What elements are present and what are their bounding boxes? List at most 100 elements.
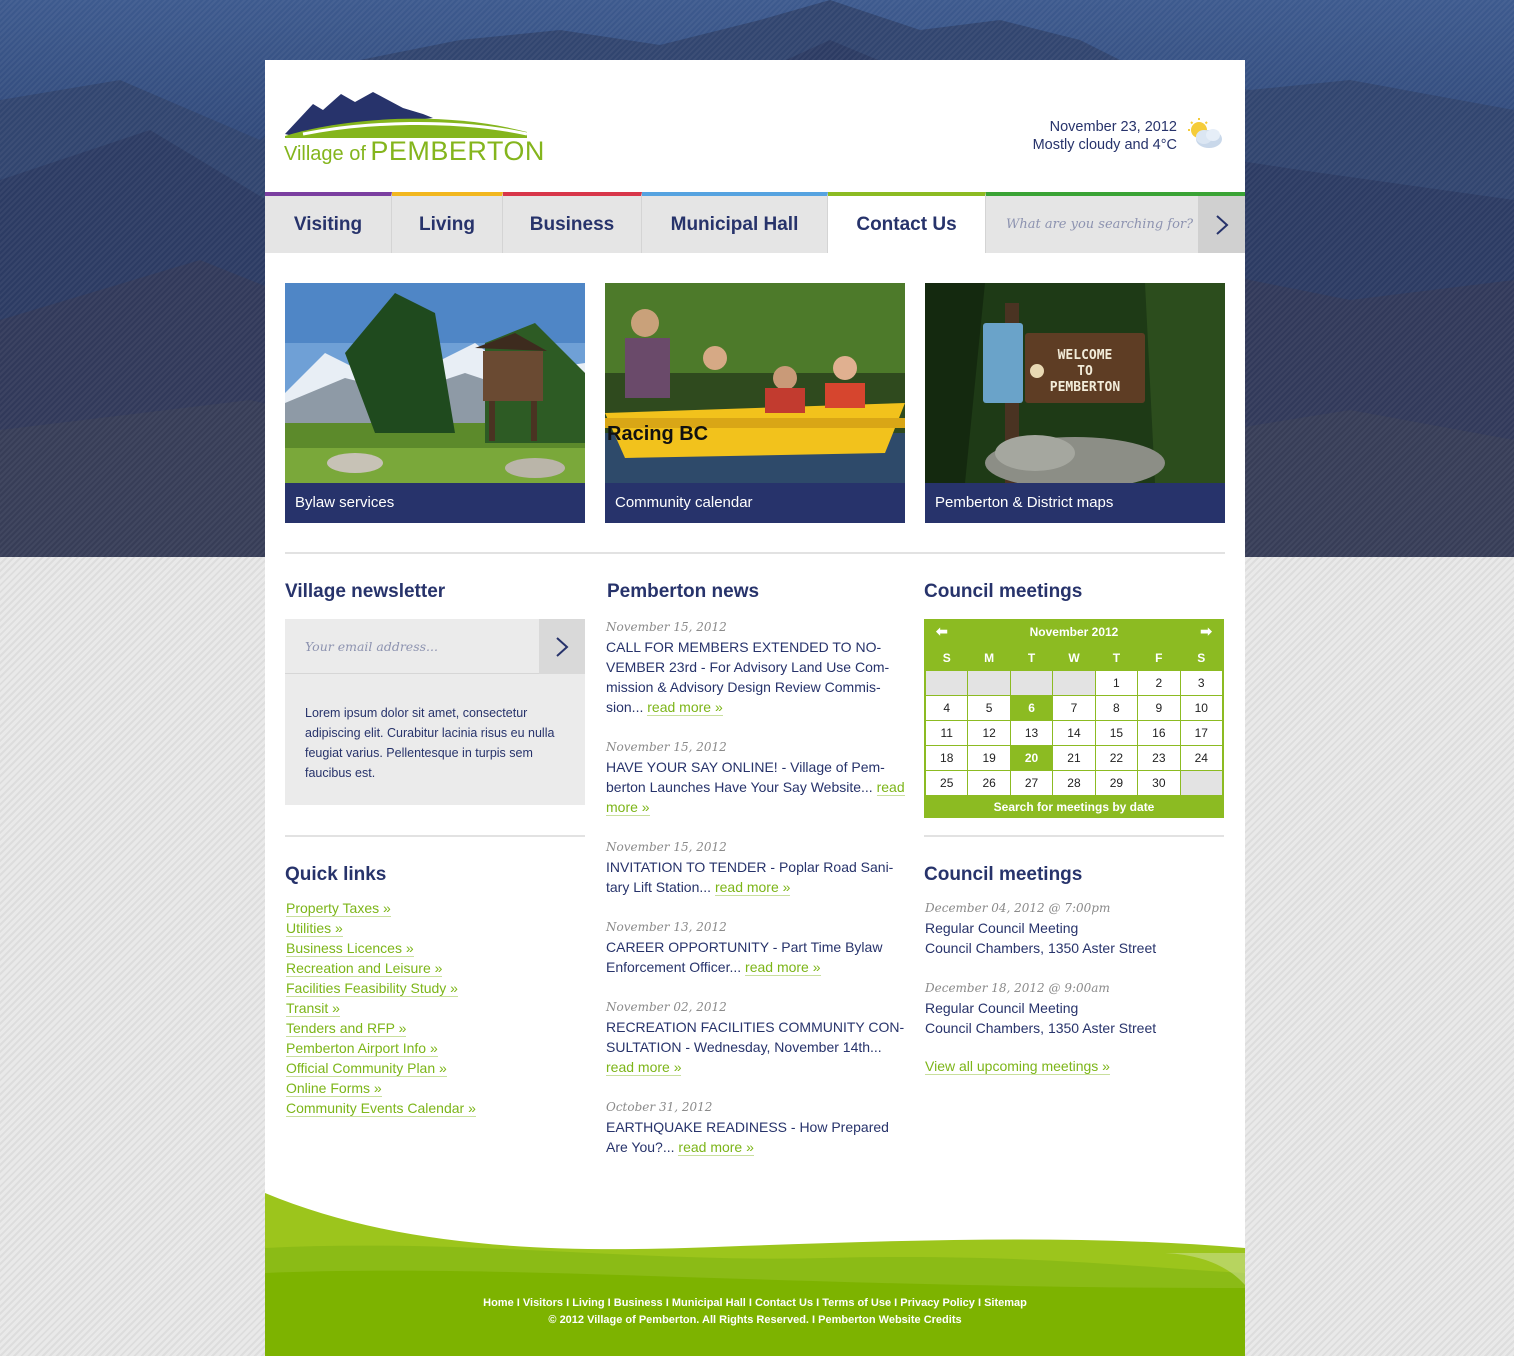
read-more-link[interactable]: read more » [606, 1059, 682, 1076]
quick-link[interactable]: Facilities Feasibility Study » [286, 980, 458, 997]
view-all-meetings-link[interactable]: View all upcoming meetings » [925, 1058, 1110, 1075]
calendar-day-24[interactable]: 24 [1179, 745, 1224, 771]
meeting-name[interactable]: Regular Council Meeting [925, 918, 1225, 938]
welcome-sign-line-1: WELCOME [1058, 348, 1113, 363]
calendar-title: Council meetings [924, 581, 1083, 602]
logo-big-text: PEMBERTON [370, 136, 545, 166]
quick-link[interactable]: Recreation and Leisure » [286, 960, 443, 977]
quick-link[interactable]: Official Community Plan » [286, 1060, 447, 1077]
calendar-empty-cell [1009, 670, 1054, 696]
news-headline[interactable]: RECREATION FACILITIES COMMUNITY CON-SULT… [606, 1019, 904, 1055]
news-headline[interactable]: HAVE YOUR SAY ONLINE! - Village of Pem-b… [606, 759, 885, 795]
logo-small-text: Village of [284, 143, 366, 165]
read-more-link[interactable]: read more » [714, 879, 791, 896]
calendar-day-23[interactable]: 23 [1137, 745, 1181, 771]
footer-link[interactable]: Contact Us [755, 1297, 813, 1309]
footer-link[interactable]: Living [572, 1297, 604, 1309]
calendar-day-11[interactable]: 11 [924, 720, 969, 746]
footer-link[interactable]: Municipal Hall [672, 1297, 746, 1309]
calendar-day-10[interactable]: 10 [1179, 695, 1224, 721]
calendar-day-19[interactable]: 19 [967, 745, 1011, 771]
search-submit-button[interactable] [1198, 196, 1245, 253]
list-item: Recreation and Leisure » [286, 958, 476, 978]
calendar-day-5[interactable]: 5 [967, 695, 1011, 721]
calendar-day-14[interactable]: 14 [1052, 720, 1096, 746]
calendar-day-26[interactable]: 26 [967, 770, 1011, 796]
arrow-left-icon[interactable]: ⬅ [936, 623, 948, 640]
nav-municipal-hall-label: Municipal Hall [670, 213, 799, 235]
footer-link[interactable]: Privacy Policy [900, 1297, 975, 1309]
calendar-day-1[interactable]: 1 [1094, 670, 1139, 696]
footer-link[interactable]: Terms of Use [822, 1297, 891, 1309]
footer-copyright: © 2012 Village of Pemberton. All Rights … [548, 1314, 962, 1326]
calendar-day-28[interactable]: 28 [1052, 770, 1096, 796]
calendar-day-13[interactable]: 13 [1009, 720, 1054, 746]
calendar-day-20[interactable]: 20 [1009, 745, 1054, 771]
quick-link[interactable]: Community Events Calendar » [286, 1100, 476, 1117]
footer-link[interactable]: Business [614, 1297, 663, 1309]
calendar-day-12[interactable]: 12 [967, 720, 1011, 746]
footer-link[interactable]: Visitors [523, 1297, 563, 1309]
search-box [986, 192, 1245, 253]
tile-caption: Bylaw services [285, 483, 585, 523]
calendar-day-22[interactable]: 22 [1094, 745, 1139, 771]
calendar-day-29[interactable]: 29 [1094, 770, 1139, 796]
arrow-right-icon[interactable]: ➡ [1200, 623, 1212, 640]
calendar-day-25[interactable]: 25 [924, 770, 969, 796]
calendar-grid: SMTWTFS 1 2 3 4 5 6 7 8 9 10 11 12 13 14 15 16 17 18 19 20 2… [924, 644, 1224, 796]
nav-contact-us[interactable]: Contact Us [828, 192, 986, 253]
footer-link[interactable]: Home [483, 1297, 514, 1309]
chevron-right-icon [556, 636, 569, 657]
news-body: CAREER OPPORTUNITY - Part Time Bylaw Enf… [606, 937, 906, 977]
calendar-empty-cell [1179, 770, 1224, 796]
calendar-day-8[interactable]: 8 [1094, 695, 1139, 721]
quick-link[interactable]: Online Forms » [286, 1080, 382, 1097]
news-body: HAVE YOUR SAY ONLINE! - Village of Pem-b… [606, 757, 906, 817]
quick-link[interactable]: Utilities » [286, 920, 343, 937]
calendar-day-18[interactable]: 18 [924, 745, 969, 771]
footer-link[interactable]: Sitemap [984, 1297, 1027, 1309]
calendar-day-15[interactable]: 15 [1094, 720, 1139, 746]
newsletter-description: Lorem ipsum dolor sit amet, consectetur … [305, 706, 555, 780]
meeting-name[interactable]: Regular Council Meeting [925, 998, 1225, 1018]
calendar-day-27[interactable]: 27 [1009, 770, 1054, 796]
calendar-empty-cell [967, 670, 1011, 696]
nav-municipal-hall[interactable]: Municipal Hall [642, 192, 828, 253]
tile-bylaw-services[interactable]: Bylaw services [285, 283, 585, 523]
calendar-day-4[interactable]: 4 [924, 695, 969, 721]
quick-link[interactable]: Tenders and RFP » [286, 1020, 407, 1037]
news-body: INVITATION TO TENDER - Poplar Road Sani-… [606, 857, 906, 897]
nav-visiting[interactable]: Visiting [265, 192, 392, 253]
nav-living[interactable]: Living [392, 192, 503, 253]
calendar-day-3[interactable]: 3 [1179, 670, 1224, 696]
read-more-link[interactable]: read more » [647, 699, 723, 716]
quick-link[interactable]: Business Licences » [286, 940, 414, 957]
quick-link[interactable]: Property Taxes » [286, 900, 391, 917]
calendar-day-7[interactable]: 7 [1052, 695, 1096, 721]
quick-link[interactable]: Transit » [286, 1000, 340, 1017]
calendar-day-9[interactable]: 9 [1137, 695, 1181, 721]
calendar-day-16[interactable]: 16 [1137, 720, 1181, 746]
quick-link[interactable]: Pemberton Airport Info » [286, 1040, 438, 1057]
newsletter-submit-button[interactable] [539, 619, 585, 674]
calendar-day-30[interactable]: 30 [1137, 770, 1181, 796]
read-more-link[interactable]: read more » [678, 1139, 754, 1156]
newsletter-box: Lorem ipsum dolor sit amet, consectetur … [285, 619, 585, 805]
calendar-day-17[interactable]: 17 [1179, 720, 1224, 746]
search-input[interactable] [986, 196, 1198, 253]
calendar-empty-cell [1052, 670, 1096, 696]
calendar-day-2[interactable]: 2 [1137, 670, 1181, 696]
calendar-week-row: 18 19 20 21 22 23 24 [924, 745, 1224, 771]
site-logo[interactable]: Village of PEMBERTON [283, 88, 544, 168]
search-meetings-by-date-link[interactable]: Search for meetings by date [924, 796, 1224, 818]
quick-links-title: Quick links [285, 864, 387, 885]
calendar-day-6[interactable]: 6 [1009, 695, 1054, 721]
newsletter-email-input[interactable] [285, 619, 539, 674]
nav-business[interactable]: Business [503, 192, 642, 253]
calendar-day-21[interactable]: 21 [1052, 745, 1096, 771]
tile-district-maps[interactable]: WELCOME TO PEMBERTON Pemberton & Distric… [925, 283, 1225, 523]
tile-community-calendar[interactable]: Racing BC Community calendar [605, 283, 905, 523]
racing-bc-image-text: Racing BC [607, 423, 708, 445]
divider [285, 552, 1225, 554]
read-more-link[interactable]: read more » [745, 959, 821, 976]
